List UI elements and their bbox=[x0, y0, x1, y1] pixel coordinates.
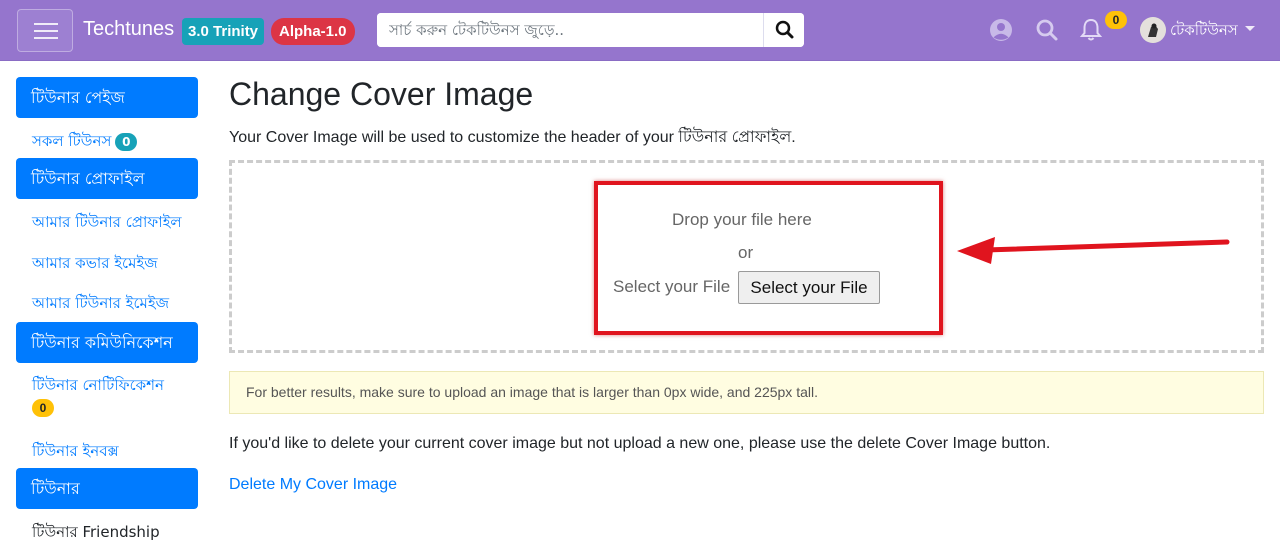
upload-size-alert: For better results, make sure to upload … bbox=[229, 371, 1264, 414]
user-circle-icon[interactable] bbox=[988, 17, 1014, 43]
sidebar-item-my-cover-image[interactable]: আমার কভার ইমেইজ bbox=[32, 252, 158, 277]
user-avatar[interactable] bbox=[1140, 17, 1166, 43]
delete-cover-image-link[interactable]: Delete My Cover Image bbox=[229, 476, 397, 494]
menu-toggle-button[interactable] bbox=[17, 9, 73, 52]
page-subtitle: Your Cover Image will be used to customi… bbox=[229, 129, 796, 146]
bell-icon[interactable] bbox=[1078, 17, 1104, 43]
chevron-down-icon[interactable] bbox=[1245, 26, 1255, 31]
brand-name[interactable]: Techtunes bbox=[83, 18, 174, 41]
search-icon bbox=[775, 20, 794, 39]
sidebar-item-inbox[interactable]: টিউনার ইনবক্স bbox=[32, 440, 119, 465]
sidebar-heading-tuner-page[interactable]: টিউনার পেইজ bbox=[16, 77, 198, 118]
delete-info-text: If you'd like to delete your current cov… bbox=[229, 435, 1051, 452]
search-nav-icon[interactable] bbox=[1034, 17, 1060, 43]
sidebar-item-my-profile[interactable]: আমার টিউনার প্রোফাইল bbox=[32, 211, 182, 236]
sidebar-item-label: সকল টিউনস bbox=[32, 132, 112, 150]
red-arrow-annotation bbox=[957, 237, 1230, 264]
highlight-box bbox=[594, 181, 943, 335]
sidebar-heading-communication[interactable]: টিউনার কমিউনিকেশন bbox=[16, 322, 198, 363]
sidebar-item-notification[interactable]: টিউনার নোটিফিকেশন bbox=[32, 374, 164, 399]
top-navbar: Techtunes 3.0 Trinity Alpha-1.0 0 টেকটিউ… bbox=[0, 0, 1280, 61]
notification-count-badge: 0 bbox=[1105, 11, 1127, 29]
page-title: Change Cover Image bbox=[229, 76, 534, 112]
notification-count-badge: 0 bbox=[32, 399, 54, 417]
user-name[interactable]: টেকটিউনস bbox=[1170, 19, 1238, 44]
search-input[interactable] bbox=[377, 13, 763, 47]
search-button[interactable] bbox=[763, 13, 804, 47]
version-badge: 3.0 Trinity bbox=[182, 18, 265, 45]
sidebar-heading-tuner-profile[interactable]: টিউনার প্রোফাইল bbox=[16, 158, 198, 199]
sidebar-item-friendship[interactable]: টিউনার Friendship bbox=[32, 521, 160, 546]
sidebar-heading-relationship[interactable]: টিউনার Relationship bbox=[16, 468, 198, 539]
search-bar bbox=[377, 13, 804, 47]
sidebar-item-my-image[interactable]: আমার টিউনার ইমেইজ bbox=[32, 292, 169, 317]
count-badge: 0 bbox=[115, 132, 138, 151]
alpha-badge: Alpha-1.0 bbox=[271, 18, 355, 45]
sidebar-item-all-tunes[interactable]: সকল টিউনস 0 bbox=[32, 130, 138, 155]
